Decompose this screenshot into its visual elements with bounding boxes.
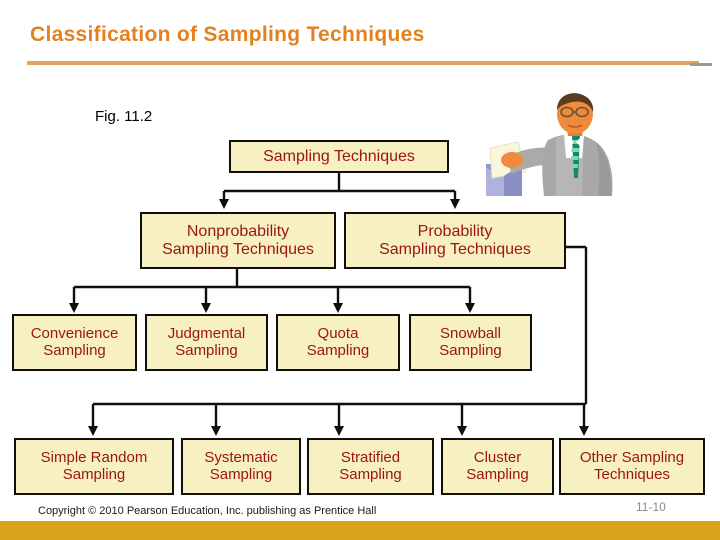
title-divider-shadow <box>690 63 712 66</box>
node-cluster-sampling[interactable]: Cluster Sampling <box>441 438 554 495</box>
node-quota-sampling[interactable]: Quota Sampling <box>276 314 400 371</box>
node-nonprobability-sampling-techniques[interactable]: Nonprobability Sampling Techniques <box>140 212 336 269</box>
node-sampling-techniques[interactable]: Sampling Techniques <box>229 140 449 173</box>
slide-number: 11-10 <box>636 500 666 514</box>
node-systematic-sampling[interactable]: Systematic Sampling <box>181 438 301 495</box>
businessman-with-ballot-box-image <box>486 93 613 196</box>
node-probability-sampling-techniques[interactable]: Probability Sampling Techniques <box>344 212 566 269</box>
bottom-accent-bar <box>0 521 720 540</box>
node-convenience-sampling[interactable]: Convenience Sampling <box>12 314 137 371</box>
page-title: Classification of Sampling Techniques <box>30 23 425 46</box>
node-snowball-sampling[interactable]: Snowball Sampling <box>409 314 532 371</box>
figure-caption: Fig. 11.2 <box>95 108 153 125</box>
node-simple-random-sampling[interactable]: Simple Random Sampling <box>14 438 174 495</box>
node-judgmental-sampling[interactable]: Judgmental Sampling <box>145 314 268 371</box>
node-stratified-sampling[interactable]: Stratified Sampling <box>307 438 434 495</box>
node-other-sampling-techniques[interactable]: Other Sampling Techniques <box>559 438 705 495</box>
copyright-notice: Copyright © 2010 Pearson Education, Inc.… <box>38 505 377 517</box>
title-divider <box>27 61 699 65</box>
